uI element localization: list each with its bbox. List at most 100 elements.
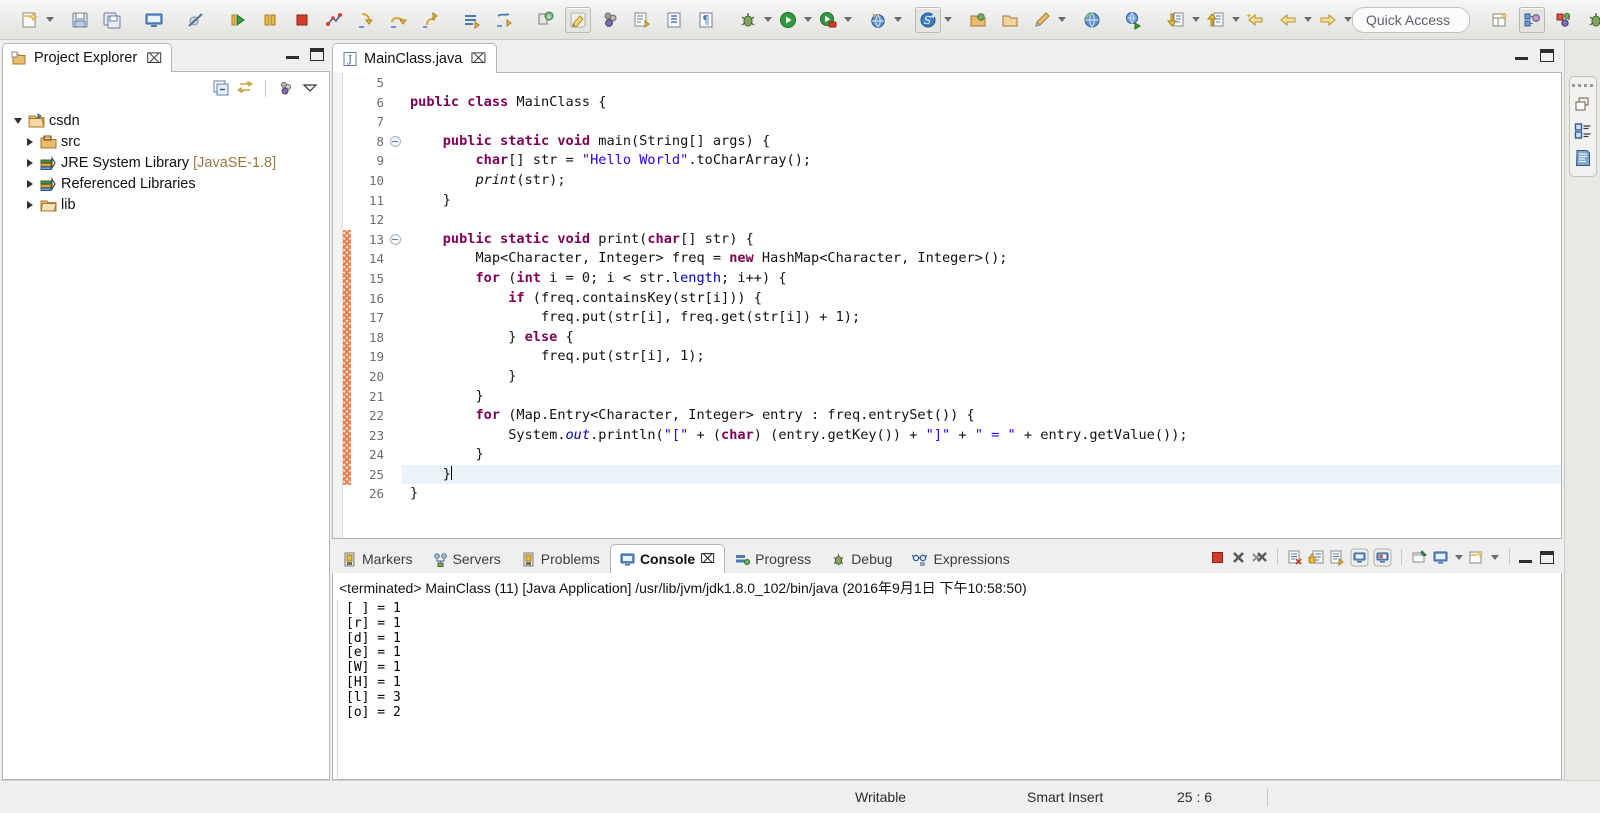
code-line[interactable]	[402, 73, 1561, 93]
previous-dropdown-arrow[interactable]	[1192, 7, 1200, 33]
code-line[interactable]: for (Map.Entry<Character, Integer> entry…	[402, 406, 1561, 426]
code-line[interactable]: if (freq.containsKey(str[i])) {	[402, 289, 1561, 309]
search-icon[interactable]: S	[915, 6, 941, 33]
next-annotation-icon[interactable]	[629, 7, 655, 33]
search-dropdown-arrow[interactable]	[944, 7, 952, 33]
open-task-icon[interactable]	[997, 7, 1023, 33]
tree-item-jre-system-library[interactable]: JRE System Library [JavaSE-1.8]	[9, 152, 329, 173]
suspend-button[interactable]	[254, 5, 286, 35]
open-console-button[interactable]	[138, 5, 170, 35]
step-into-button[interactable]	[350, 5, 382, 35]
code-line[interactable]: }	[402, 464, 1561, 485]
fold-toggle-icon[interactable]	[388, 230, 402, 250]
console-output-area[interactable]: [ ] = 1 [r] = 1 [d] = 1 [e] = 1 [W] = 1 …	[333, 600, 1561, 779]
show-whitespace-button[interactable]	[658, 5, 690, 35]
code-line[interactable]: print(str);	[402, 171, 1561, 191]
open-perspective-icon[interactable]	[1487, 7, 1513, 33]
view-menu-icon[interactable]	[301, 79, 319, 97]
twisty-open-icon[interactable]	[11, 118, 24, 124]
new-wizard-icon[interactable]	[17, 7, 43, 33]
new-java-class-icon[interactable]	[491, 7, 517, 33]
back-history-button[interactable]	[1240, 5, 1272, 35]
show-whitespace-icon[interactable]	[661, 7, 687, 33]
tree-item-csdn[interactable]: csdn	[9, 110, 329, 131]
task-list-view-icon[interactable]	[1574, 149, 1592, 167]
open-type-icon[interactable]	[965, 7, 991, 33]
skip-breakpoints-button[interactable]	[180, 5, 212, 35]
save-icon[interactable]	[67, 7, 93, 33]
terminate-icon[interactable]	[289, 7, 315, 33]
new-java-package-button[interactable]	[456, 5, 488, 35]
perspective-java-icon[interactable]	[1551, 7, 1577, 33]
previous-edit-location-button[interactable]	[1160, 5, 1192, 35]
search-button[interactable]: S	[912, 5, 944, 35]
save-all-button[interactable]	[96, 5, 128, 35]
display-selected-console-icon[interactable]	[1432, 549, 1449, 566]
toggle-word-wrap-icon[interactable]: ¶	[693, 7, 719, 33]
new-wizard-button[interactable]	[14, 5, 46, 35]
suspend-icon[interactable]	[257, 7, 283, 33]
annotation-dropdown-arrow[interactable]	[1058, 7, 1066, 33]
tab-markers[interactable]: Markers	[332, 545, 423, 573]
maximize-icon[interactable]	[1540, 49, 1554, 62]
code-line[interactable]: } else {	[402, 328, 1561, 348]
highlight-button[interactable]	[562, 5, 594, 35]
fold-toggle-icon[interactable]	[388, 132, 402, 152]
code-line[interactable]: }	[402, 484, 1561, 504]
minimize-icon[interactable]	[1515, 49, 1528, 60]
open-perspective-globe-icon[interactable]	[1079, 7, 1105, 33]
word-wrap-icon[interactable]	[1329, 549, 1346, 566]
code-text[interactable]: public class MainClass { public static v…	[402, 73, 1561, 538]
resume-button[interactable]	[222, 5, 254, 35]
open-console-dropdown-arrow[interactable]	[1489, 544, 1500, 570]
twisty-closed-icon[interactable]	[23, 180, 36, 188]
clear-console-icon[interactable]	[1287, 549, 1304, 566]
code-line[interactable]: Map<Character, Integer> freq = new HashM…	[402, 249, 1561, 269]
console-open-icon[interactable]	[141, 7, 167, 33]
back-history-icon[interactable]	[1243, 7, 1269, 33]
search-web-icon[interactable]	[1121, 7, 1147, 33]
next-annotation-button[interactable]	[626, 5, 658, 35]
remove-all-terminated-icon[interactable]	[1251, 549, 1268, 566]
new-annotation-button[interactable]	[1026, 5, 1058, 35]
new-java-package-icon[interactable]	[459, 7, 485, 33]
tab-debug[interactable]: Debug	[821, 545, 902, 573]
open-console-icon[interactable]	[1468, 549, 1485, 566]
open-web-browser-button[interactable]	[862, 5, 894, 35]
show-console-on-error-icon[interactable]	[1373, 548, 1392, 567]
tree-item-src[interactable]: src	[9, 131, 329, 152]
new-java-class-button[interactable]	[488, 5, 520, 35]
terminate-button[interactable]	[286, 5, 318, 35]
link-with-editor-icon[interactable]	[236, 79, 254, 97]
code-editor[interactable]: 5 6 7 8 9 10 11 12 13 14 15 16 17 18 19 20 21 22 23 24 25 26 …	[332, 73, 1562, 539]
remove-launch-icon[interactable]	[1230, 549, 1247, 566]
next-dropdown-arrow[interactable]	[1232, 7, 1240, 33]
tab-project-explorer[interactable]: Project Explorer ⌧	[2, 43, 173, 72]
restore-icon[interactable]	[1574, 96, 1591, 113]
code-line[interactable]: public static void print(char[] str) {	[402, 230, 1561, 250]
run-dropdown-arrow[interactable]	[804, 7, 812, 33]
previous-edit-location-icon[interactable]	[1163, 7, 1189, 33]
perspective-java-ee-button[interactable]	[1516, 5, 1548, 35]
forward-button[interactable]	[1312, 5, 1344, 35]
folding-ruler[interactable]	[388, 73, 402, 538]
open-type-button[interactable]	[962, 5, 994, 35]
tab-servers[interactable]: Servers	[423, 545, 511, 573]
disconnect-button[interactable]	[318, 5, 350, 35]
close-icon[interactable]: ⌧	[146, 50, 162, 67]
terminate-icon[interactable]	[1209, 549, 1226, 566]
step-return-icon[interactable]	[417, 7, 443, 33]
display-console-dropdown-arrow[interactable]	[1453, 544, 1464, 570]
save-all-icon[interactable]	[99, 7, 125, 33]
code-line[interactable]: freq.put(str[i], 1);	[402, 347, 1561, 367]
close-icon[interactable]: ⌧	[470, 50, 486, 67]
code-line[interactable]	[402, 112, 1561, 132]
tab-expressions[interactable]: Expressions	[902, 545, 1019, 573]
toggle-mark-occurrences-icon[interactable]: a	[533, 7, 559, 33]
maximize-icon[interactable]	[310, 48, 324, 61]
external-tools-dropdown-arrow[interactable]	[844, 7, 852, 33]
code-line[interactable]: }	[402, 445, 1561, 465]
skip-breakpoints-icon[interactable]	[183, 7, 209, 33]
perspective-java-ee-icon[interactable]	[1519, 6, 1545, 33]
code-line[interactable]: public class MainClass {	[402, 93, 1561, 113]
